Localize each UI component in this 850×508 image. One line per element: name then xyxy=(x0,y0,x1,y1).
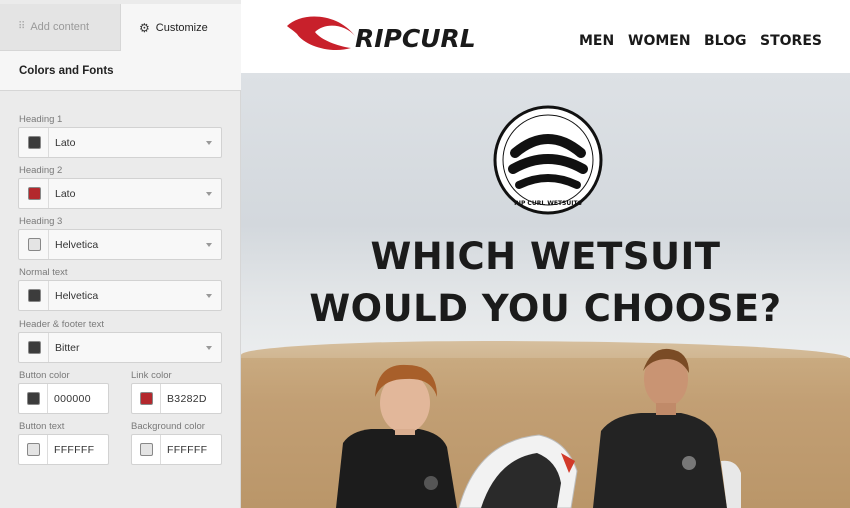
hex-value[interactable]: 000000 xyxy=(54,393,91,405)
heading3-font-select[interactable]: Helvetica xyxy=(18,229,222,260)
wetsuits-badge-logo: RIP CURL WETSUITS xyxy=(493,105,603,215)
select-value: Lato xyxy=(55,188,76,200)
link-color-field[interactable]: B3282D xyxy=(131,383,222,414)
nav-blog[interactable]: BLOG xyxy=(704,33,747,49)
heading1-label: Heading 1 xyxy=(19,114,63,125)
section-title: Colors and Fonts xyxy=(0,51,241,91)
customize-sidebar: ⠿ Add content ⚙ Customize Colors and Fon… xyxy=(0,0,241,508)
header-footer-label: Header & footer text xyxy=(19,319,105,330)
button-text-color-field[interactable]: FFFFFF xyxy=(18,434,109,465)
background-color-label: Background color xyxy=(131,421,205,432)
divider xyxy=(160,384,161,413)
button-color-label: Button color xyxy=(19,370,70,381)
divider xyxy=(48,128,49,157)
chevron-down-icon xyxy=(206,294,212,298)
color-swatch[interactable] xyxy=(140,443,153,456)
brand-wordmark: RIPCURL xyxy=(355,24,476,53)
button-text-label: Button text xyxy=(19,421,65,432)
color-swatch[interactable] xyxy=(28,289,41,302)
site-header: RIPCURL MEN WOMEN BLOG STORES xyxy=(241,0,850,73)
gear-icon: ⚙ xyxy=(139,20,150,35)
color-swatch[interactable] xyxy=(28,136,41,149)
link-color-label: Link color xyxy=(131,370,172,381)
hero-banner: RIP CURL WETSUITS WHICH WETSUIT WOULD YO… xyxy=(241,73,850,508)
wave-mark xyxy=(287,16,355,51)
divider xyxy=(48,281,49,310)
select-value: Helvetica xyxy=(55,239,99,251)
nav-stores[interactable]: STORES xyxy=(760,33,822,49)
divider xyxy=(48,230,49,259)
ripcurl-logo[interactable]: RIPCURL xyxy=(281,6,513,58)
hero-headline-line1: WHICH WETSUIT xyxy=(370,235,721,278)
chevron-down-icon xyxy=(206,141,212,145)
hero-headline-line2: WOULD YOU CHOOSE? xyxy=(309,287,782,330)
select-value: Lato xyxy=(55,137,76,149)
divider xyxy=(48,333,49,362)
tab-label: Customize xyxy=(155,21,208,34)
site-preview: RIPCURL MEN WOMEN BLOG STORES RIP CURL W… xyxy=(241,0,850,508)
select-value: Helvetica xyxy=(55,290,99,302)
normal-text-font-select[interactable]: Helvetica xyxy=(18,280,222,311)
chevron-down-icon xyxy=(206,346,212,350)
select-value: Bitter xyxy=(55,342,80,354)
divider xyxy=(48,179,49,208)
heading2-label: Heading 2 xyxy=(19,165,63,176)
grid-icon: ⠿ xyxy=(18,21,25,32)
hex-value[interactable]: B3282D xyxy=(167,393,207,405)
background-color-field[interactable]: FFFFFF xyxy=(131,434,222,465)
chevron-down-icon xyxy=(206,243,212,247)
badge-text: RIP CURL WETSUITS xyxy=(514,200,582,207)
button-color-field[interactable]: 000000 xyxy=(18,383,109,414)
hex-value[interactable]: FFFFFF xyxy=(167,444,207,456)
header-footer-font-select[interactable]: Bitter xyxy=(18,332,222,363)
color-swatch[interactable] xyxy=(27,392,40,405)
divider xyxy=(47,384,48,413)
nav-men[interactable]: MEN xyxy=(579,33,614,49)
tab-label: Add content xyxy=(30,21,90,33)
divider xyxy=(160,435,161,464)
tab-customize[interactable]: ⚙ Customize xyxy=(120,4,241,51)
color-swatch[interactable] xyxy=(28,187,41,200)
normal-text-label: Normal text xyxy=(19,267,68,278)
hex-value[interactable]: FFFFFF xyxy=(54,444,94,456)
heading2-font-select[interactable]: Lato xyxy=(18,178,222,209)
divider xyxy=(47,435,48,464)
heading3-label: Heading 3 xyxy=(19,216,63,227)
surfers-photo xyxy=(336,348,741,508)
color-swatch[interactable] xyxy=(28,341,41,354)
chevron-down-icon xyxy=(206,192,212,196)
nav-women[interactable]: WOMEN xyxy=(628,33,691,49)
heading1-font-select[interactable]: Lato xyxy=(18,127,222,158)
tab-add-content[interactable]: ⠿ Add content xyxy=(0,4,120,51)
color-swatch[interactable] xyxy=(28,238,41,251)
color-swatch[interactable] xyxy=(140,392,153,405)
color-swatch[interactable] xyxy=(27,443,40,456)
